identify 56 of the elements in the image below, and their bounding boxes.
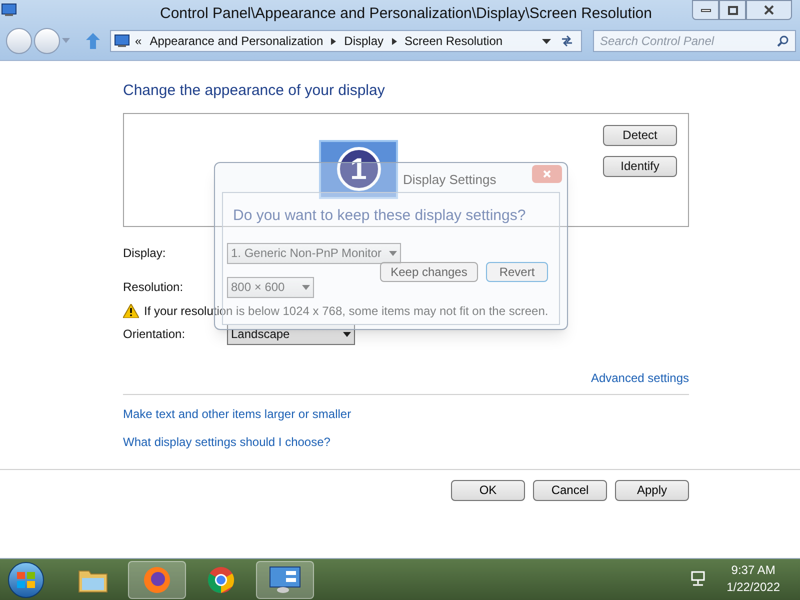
search-placeholder: Search Control Panel [600,33,714,50]
dialog-title: Display Settings [403,171,496,189]
breadcrumb[interactable]: Screen Resolution [404,32,503,50]
breadcrumb-chevron[interactable]: « [135,32,142,50]
page-heading: Change the appearance of your display [123,81,386,101]
help-link[interactable]: What display settings should I choose? [123,432,330,450]
address-bar[interactable]: « Appearance and Personalization Display Screen Resolution [110,30,582,52]
taskbar-control-panel-button[interactable] [256,560,314,598]
clock-time: 9:37 AM [731,562,776,579]
breadcrumb-arrow-icon[interactable] [392,38,397,44]
restore-button[interactable] [719,0,746,20]
setting-label: Resolution: [123,279,184,296]
control-panel-icon [1,3,17,17]
clock-date: 1/22/2022 [726,579,780,596]
dropdown-arrow-icon [302,284,310,290]
dropdown-arrow-icon [389,250,397,256]
setting-label: Orientation: [123,326,186,343]
control-panel-icon [114,34,130,48]
minimize-button[interactable] [692,0,719,20]
setting-dropdown[interactable]: Landscape [227,324,355,344]
dialog-action-button[interactable]: Apply [615,480,689,500]
breadcrumb[interactable]: Appearance and Personalization [150,32,324,50]
control-panel-icon [269,566,301,594]
network-icon[interactable] [690,571,706,587]
breadcrumb[interactable]: Display [344,32,384,50]
close-icon [764,5,774,15]
forward-button[interactable] [34,28,60,54]
advanced-settings-link[interactable]: Advanced settings [590,368,689,386]
close-button[interactable] [746,0,792,20]
dropdown-arrow-icon [343,332,351,336]
dialog-action-button[interactable]: Cancel [533,480,607,500]
help-link[interactable]: Make text and other items larger or smaller [123,404,352,422]
firefox-icon [143,566,171,594]
close-icon [543,170,551,178]
panel-button[interactable]: Detect [603,124,677,146]
setting-label: Display: [123,245,167,262]
dialog-button[interactable]: Keep changes [380,262,478,282]
clock[interactable]: 9:37 AM 1/22/2022 [726,562,780,596]
start-button[interactable] [8,562,44,598]
dialog-question: Do you want to keep these display settings? [233,206,526,226]
windows-logo-icon [17,572,35,588]
window-title: Control Panel\Appearance and Personalization\Display\Screen Resolution [160,4,652,24]
back-button[interactable] [6,28,32,54]
refresh-icon[interactable] [560,35,574,47]
breadcrumb-arrow-icon[interactable] [331,38,336,44]
setting-dropdown[interactable]: 1. Generic Non-PnP Monitor [227,242,401,264]
dialog-button[interactable]: Revert [486,262,548,282]
setting-dropdown[interactable]: 800 × 600 [227,276,314,298]
dropdown-arrow-icon[interactable] [542,38,551,44]
chrome-icon [207,566,235,594]
warning-text: If your resolution is below 1024 x 768, some items may not fit on the screen. [144,302,548,320]
warning-icon [123,304,139,318]
taskbar-firefox-button[interactable] [128,560,186,598]
dialog-action-button[interactable]: OK [451,480,525,500]
panel-button[interactable]: Identify [603,156,677,176]
search-icon [777,35,789,47]
